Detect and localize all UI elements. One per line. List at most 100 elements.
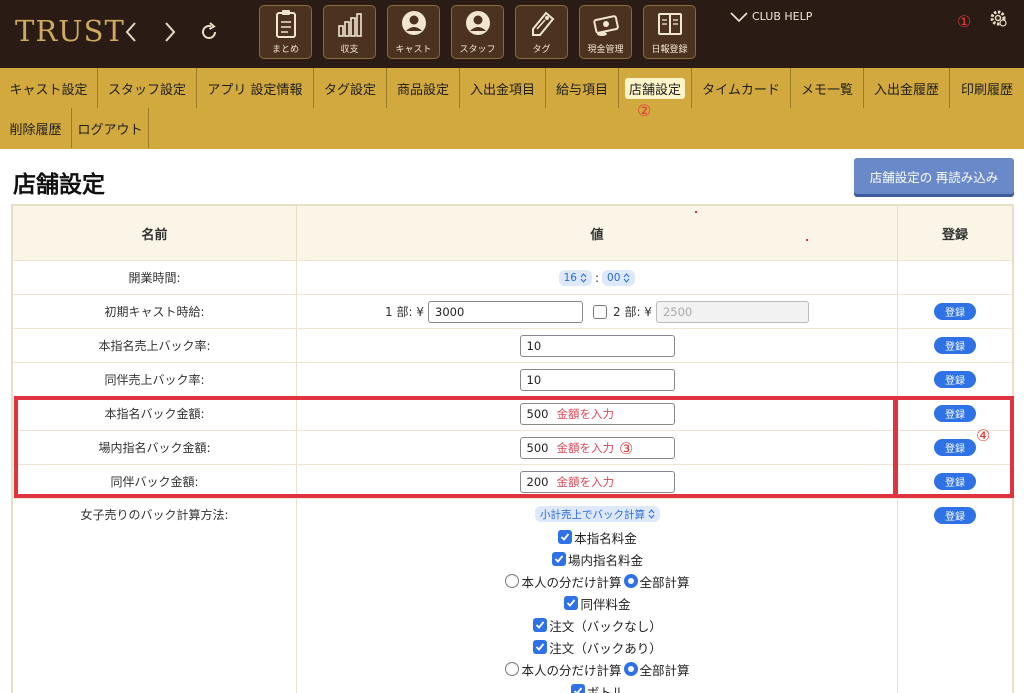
row-label: 同伴売上バック率: <box>13 363 297 396</box>
tab-product-settings[interactable]: 商品設定 <box>387 68 460 108</box>
tab-label: 入出金項目 <box>469 82 535 98</box>
forward-button[interactable] <box>155 14 185 50</box>
tab-timecard[interactable]: タイムカード <box>692 68 791 108</box>
toolbar-daily-report-button[interactable]: 日報登録 <box>643 5 696 59</box>
tag-icon <box>532 11 555 36</box>
book-icon <box>658 13 682 35</box>
tab-deletion-history[interactable]: 削除履歴 <box>0 108 72 148</box>
tab-store-settings[interactable]: 店舗設定 <box>619 68 692 108</box>
tab-label: 削除履歴 <box>9 122 62 138</box>
select-arrows-icon <box>580 272 587 283</box>
register-cell: 登録 <box>898 499 1012 693</box>
option-bottle: ボトル <box>297 680 898 693</box>
tab-salary-items[interactable]: 給与項目 <box>546 68 619 108</box>
chevron-right-icon <box>165 22 176 42</box>
check-icon <box>536 621 545 629</box>
register-cell: 登録 <box>898 363 1012 396</box>
cast-icon <box>402 11 426 35</box>
table-row: 同伴売上バック率: 10 登録 <box>13 363 1012 397</box>
option-in-store-nomination-fee: 場内指名料金 <box>297 548 898 570</box>
toolbar-label: 収支 <box>340 45 359 55</box>
tab-label: 入出金履歴 <box>873 82 939 98</box>
bar-chart-icon <box>338 13 362 37</box>
radio-calc-all[interactable] <box>623 662 638 676</box>
row-label: 本指名売上バック率: <box>13 329 297 362</box>
toolbar-staff-button[interactable]: スタッフ <box>451 5 504 59</box>
hour-select[interactable]: 16 <box>558 269 592 286</box>
table-row: 女子売りのバック計算方法: 小計売上でバック計算 本指名料金 場内指名料金 本人… <box>13 499 1012 693</box>
club-help-link[interactable]: CLUB HELP <box>730 10 812 23</box>
table-row: 開業時間: 16 : 00 <box>13 261 1012 295</box>
part2-checkbox[interactable] <box>593 304 607 319</box>
checkbox-checked[interactable] <box>558 530 573 544</box>
calc-method-select[interactable]: 小計売上でバック計算 <box>535 506 660 522</box>
part1-wage-input[interactable]: 3000 <box>428 300 583 323</box>
back-button[interactable] <box>116 14 146 50</box>
toolbar-cash-button[interactable]: 現金管理 <box>579 5 632 59</box>
tab-cast-settings[interactable]: キャスト設定 <box>0 68 98 108</box>
select-arrows-icon <box>648 509 655 519</box>
annotation-marker-4: ④ <box>976 426 991 445</box>
register-button[interactable]: 登録 <box>934 371 976 388</box>
annotation-marker-2: ② <box>637 101 652 120</box>
option-label: 注文（バックあり） <box>549 640 662 656</box>
checkbox-checked[interactable] <box>533 618 548 632</box>
logo: TRUST <box>15 14 125 48</box>
toolbar-summary-button[interactable]: まとめ <box>259 5 312 59</box>
tab-deposit-withdrawal-items[interactable]: 入出金項目 <box>460 68 546 108</box>
highlight-box-register-buttons <box>893 396 1014 498</box>
toolbar-label: 日報登録 <box>651 45 688 55</box>
tab-logout[interactable]: ログアウト <box>72 108 149 148</box>
annotation-marker-3: ③ <box>619 439 634 458</box>
tab-staff-settings[interactable]: スタッフ設定 <box>98 68 197 108</box>
radio-own-share[interactable] <box>505 574 520 588</box>
tab-label: スタッフ設定 <box>107 82 186 98</box>
main-nomination-sales-back-rate-input[interactable]: 10 <box>519 334 675 357</box>
tab-label: キャスト設定 <box>9 82 88 98</box>
register-button[interactable]: 登録 <box>934 337 976 354</box>
reload-store-settings-button[interactable]: 店舗設定の 再読み込み <box>854 158 1014 194</box>
clipboard-icon <box>276 10 296 38</box>
tab-label: 店舗設定 <box>624 77 685 99</box>
companion-sales-back-rate-input[interactable]: 10 <box>519 368 675 391</box>
register-button[interactable]: 登録 <box>934 507 976 524</box>
checkbox-checked[interactable] <box>551 552 566 566</box>
tab-deposit-withdrawal-history[interactable]: 入出金履歴 <box>864 68 950 108</box>
tab-app-settings-info[interactable]: アプリ 設定情報 <box>197 68 314 108</box>
checkbox-checked[interactable] <box>570 684 585 693</box>
tab-tag-settings[interactable]: タグ設定 <box>314 68 387 108</box>
cash-icon <box>593 15 619 36</box>
part2-label: 2 部: ¥ <box>613 305 652 319</box>
part2-wage-input[interactable]: 2500 <box>655 300 809 323</box>
toolbar-cast-button[interactable]: キャスト <box>387 5 440 59</box>
minute-value: 00 <box>607 271 621 284</box>
register-cell: 登録 <box>898 295 1012 328</box>
annotation-marker-1: ① <box>957 12 972 31</box>
tab-memo-list[interactable]: メモ一覧 <box>791 68 864 108</box>
value-cell: 10 <box>297 329 898 362</box>
radio-own-share[interactable] <box>505 662 520 676</box>
check-icon <box>536 643 545 651</box>
checkbox-checked[interactable] <box>533 640 548 654</box>
annotation-dot <box>806 239 808 241</box>
register-cell: 登録 <box>898 329 1012 362</box>
toolbar-label: タグ <box>532 45 551 55</box>
register-button[interactable]: 登録 <box>934 303 976 320</box>
option-order-with-back: 注文（バックあり） <box>297 636 898 658</box>
option-label: 全部計算 <box>639 574 690 590</box>
toolbar-label: キャスト <box>395 45 432 55</box>
checkbox-checked[interactable] <box>564 596 579 610</box>
gear-icon[interactable] <box>988 8 1008 28</box>
check-icon <box>561 533 570 541</box>
toolbar-tag-button[interactable]: タグ <box>515 5 568 59</box>
reload-page-button[interactable] <box>194 14 224 50</box>
tab-label: ログアウト <box>77 122 143 138</box>
toolbar-balance-button[interactable]: 収支 <box>323 5 376 59</box>
option-main-nomination-fee: 本指名料金 <box>297 526 898 548</box>
tab-print-history[interactable]: 印刷履歴 <box>950 68 1024 108</box>
toolbar-label: スタッフ <box>459 45 496 55</box>
minute-select[interactable]: 00 <box>602 269 636 286</box>
option-label: 注文（バックなし） <box>549 618 662 634</box>
radio-calc-all[interactable] <box>623 574 638 588</box>
check-icon <box>567 599 576 607</box>
